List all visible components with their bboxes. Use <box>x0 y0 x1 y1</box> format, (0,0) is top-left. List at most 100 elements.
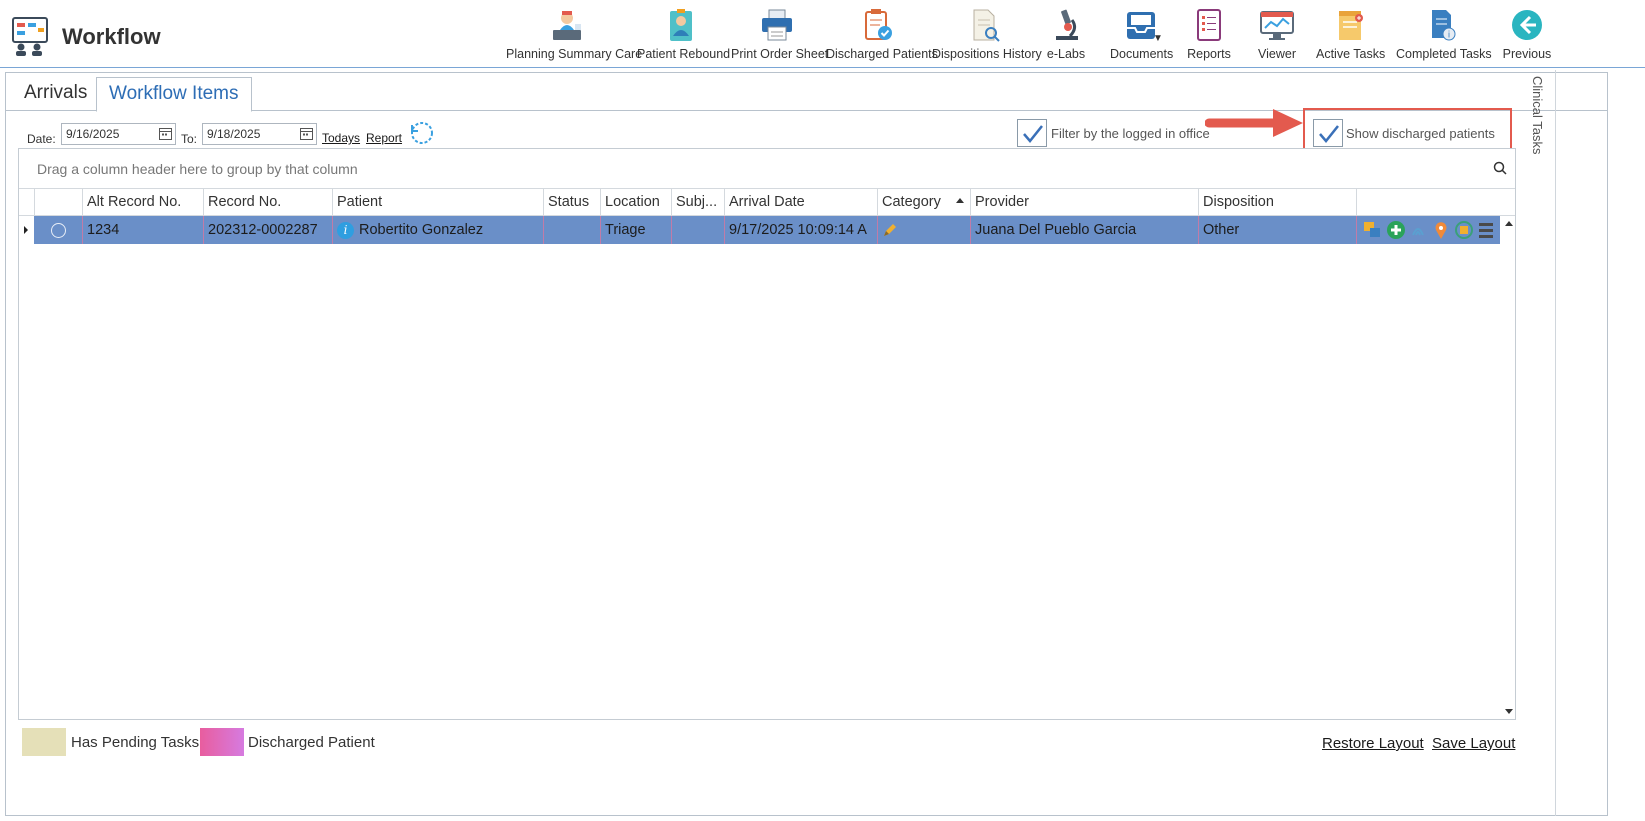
clinical-tasks-tab[interactable]: Clinical Tasks <box>1528 76 1552 166</box>
patient-rebound-button[interactable]: Patient Rebound <box>637 8 730 64</box>
e-labs-button[interactable]: e-Labs <box>1044 8 1088 64</box>
doctor-desk-icon <box>553 11 581 40</box>
dispositions-history-button[interactable]: Dispositions History <box>932 8 1042 64</box>
inbox-tray-icon <box>1127 12 1155 39</box>
viewer-button[interactable]: Viewer <box>1253 8 1301 64</box>
pending-tasks-swatch <box>22 728 66 756</box>
printer-icon <box>762 9 792 41</box>
workflow-logo-icon <box>12 17 48 56</box>
app-title: Workflow <box>62 24 161 49</box>
category-header-label: Category <box>882 194 941 210</box>
column-header-provider[interactable]: Provider <box>970 189 1198 216</box>
transfer-icon[interactable] <box>1364 222 1380 238</box>
cell-status <box>543 216 600 244</box>
documents-button[interactable]: Documents <box>1110 8 1173 64</box>
column-header-location[interactable]: Location <box>600 189 671 216</box>
calendar-icon[interactable] <box>300 127 313 140</box>
column-header-disposition[interactable]: Disposition <box>1198 189 1356 216</box>
history-icon[interactable] <box>1455 221 1473 240</box>
date-from-value: 9/16/2025 <box>66 127 120 141</box>
patient-name: Robertito Gonzalez <box>359 222 484 238</box>
tab-strip: Arrivals Workflow Items <box>6 73 1607 112</box>
column-header-patient[interactable]: Patient <box>332 189 543 216</box>
column-header-alt-record[interactable]: Alt Record No. <box>82 189 203 216</box>
monitor-icon <box>1260 11 1294 40</box>
active-tasks-button[interactable]: Active Tasks <box>1316 8 1385 64</box>
discharged-patient-label: Discharged Patient <box>248 734 375 751</box>
to-label: To: <box>181 132 198 146</box>
column-header-record-no[interactable]: Record No. <box>203 189 332 216</box>
discharged-patient-swatch <box>200 728 244 756</box>
microscope-icon <box>1056 9 1078 40</box>
grid-header: Alt Record No. Record No. Patient Status… <box>19 189 1515 216</box>
date-to-value: 9/18/2025 <box>207 127 261 141</box>
filter-office-label: Filter by the logged in office <box>1051 126 1210 141</box>
side-divider <box>1555 70 1556 816</box>
column-header-actions[interactable] <box>1356 189 1500 216</box>
cell-disposition: Other <box>1198 216 1356 244</box>
checkmark-icon <box>1023 125 1043 143</box>
wave-icon[interactable] <box>1412 228 1424 236</box>
info-icon[interactable]: i <box>337 221 354 239</box>
row-indicator-icon <box>24 226 28 234</box>
menu-icon[interactable] <box>1479 223 1493 239</box>
cell-subject <box>671 216 724 244</box>
planning-summary-care-button[interactable]: Planning Summary Care <box>506 8 642 64</box>
column-header-arrival-date[interactable]: Arrival Date <box>724 189 877 216</box>
annotation-highlight <box>1303 108 1512 150</box>
svg-text:i: i <box>1448 31 1451 41</box>
report-list-icon <box>1197 9 1221 41</box>
restore-layout-link[interactable]: Restore Layout <box>1322 735 1424 752</box>
cell-patient: i Robertito Gonzalez <box>332 216 543 244</box>
clinical-tasks-label: Clinical Tasks <box>1530 76 1545 155</box>
date-from-field[interactable]: 9/16/2025 <box>61 123 176 145</box>
group-by-panel[interactable]: Drag a column header here to group by th… <box>19 149 1515 189</box>
task-note-icon <box>1339 11 1363 40</box>
sort-ascending-icon <box>956 198 964 203</box>
report-link[interactable]: Report <box>366 131 402 145</box>
column-header-select[interactable] <box>34 189 82 216</box>
workflow-window: Workflow Planning Summary Care Patient R… <box>0 0 1645 821</box>
save-layout-link[interactable]: Save Layout <box>1432 735 1515 752</box>
location-pin-icon[interactable] <box>1435 222 1447 240</box>
cell-record-no: 202312-0002287 <box>203 216 332 244</box>
date-to-field[interactable]: 9/18/2025 <box>202 123 317 145</box>
table-row[interactable]: 1234 202312-0002287 i Robertito Gonzalez … <box>34 216 1500 244</box>
row-action-icons <box>1364 221 1493 240</box>
workflow-grid: Drag a column header here to group by th… <box>18 148 1516 720</box>
discharged-patients-button[interactable]: Discharged Patients <box>826 8 938 64</box>
patient-badge-icon <box>670 9 692 41</box>
search-icon[interactable] <box>1493 161 1507 175</box>
cell-alt-record: 1234 <box>82 216 203 244</box>
previous-button[interactable]: Previous <box>1502 8 1552 64</box>
column-header-status[interactable]: Status <box>543 189 600 216</box>
todays-link[interactable]: Todays <box>322 131 360 145</box>
refresh-icon[interactable] <box>408 119 436 147</box>
cell-actions <box>1356 216 1500 244</box>
scroll-down-icon[interactable] <box>1505 709 1513 714</box>
tab-arrivals[interactable]: Arrivals <box>12 77 99 111</box>
clipboard-check-icon <box>865 9 892 40</box>
pending-tasks-label: Has Pending Tasks <box>71 734 200 751</box>
toolbar: Workflow Planning Summary Care Patient R… <box>0 0 1645 68</box>
cell-location: Triage <box>600 216 671 244</box>
scroll-up-icon[interactable] <box>1505 221 1513 226</box>
completed-tasks-button[interactable]: i Completed Tasks <box>1396 8 1492 64</box>
add-icon[interactable] <box>1387 221 1405 240</box>
column-header-subject[interactable]: Subj... <box>671 189 724 216</box>
filter-office-checkbox[interactable] <box>1017 119 1047 147</box>
column-header-category[interactable]: Category <box>877 189 970 216</box>
cell-provider: Juana Del Pueblo Garcia <box>970 216 1198 244</box>
tab-workflow-items[interactable]: Workflow Items <box>96 77 252 112</box>
document-search-icon <box>973 9 1000 42</box>
row-radio[interactable] <box>51 223 66 238</box>
print-order-sheet-button[interactable]: Print Order Sheet <box>731 8 828 64</box>
calendar-icon[interactable] <box>159 127 172 140</box>
pencil-icon[interactable] <box>882 222 898 238</box>
cell-category[interactable] <box>877 216 970 244</box>
annotation-arrow-icon <box>1205 109 1303 137</box>
completed-document-icon: i <box>1432 10 1456 41</box>
row-select-cell[interactable] <box>34 216 82 244</box>
reports-button[interactable]: Reports <box>1185 8 1233 64</box>
vertical-scrollbar[interactable] <box>1502 216 1515 719</box>
